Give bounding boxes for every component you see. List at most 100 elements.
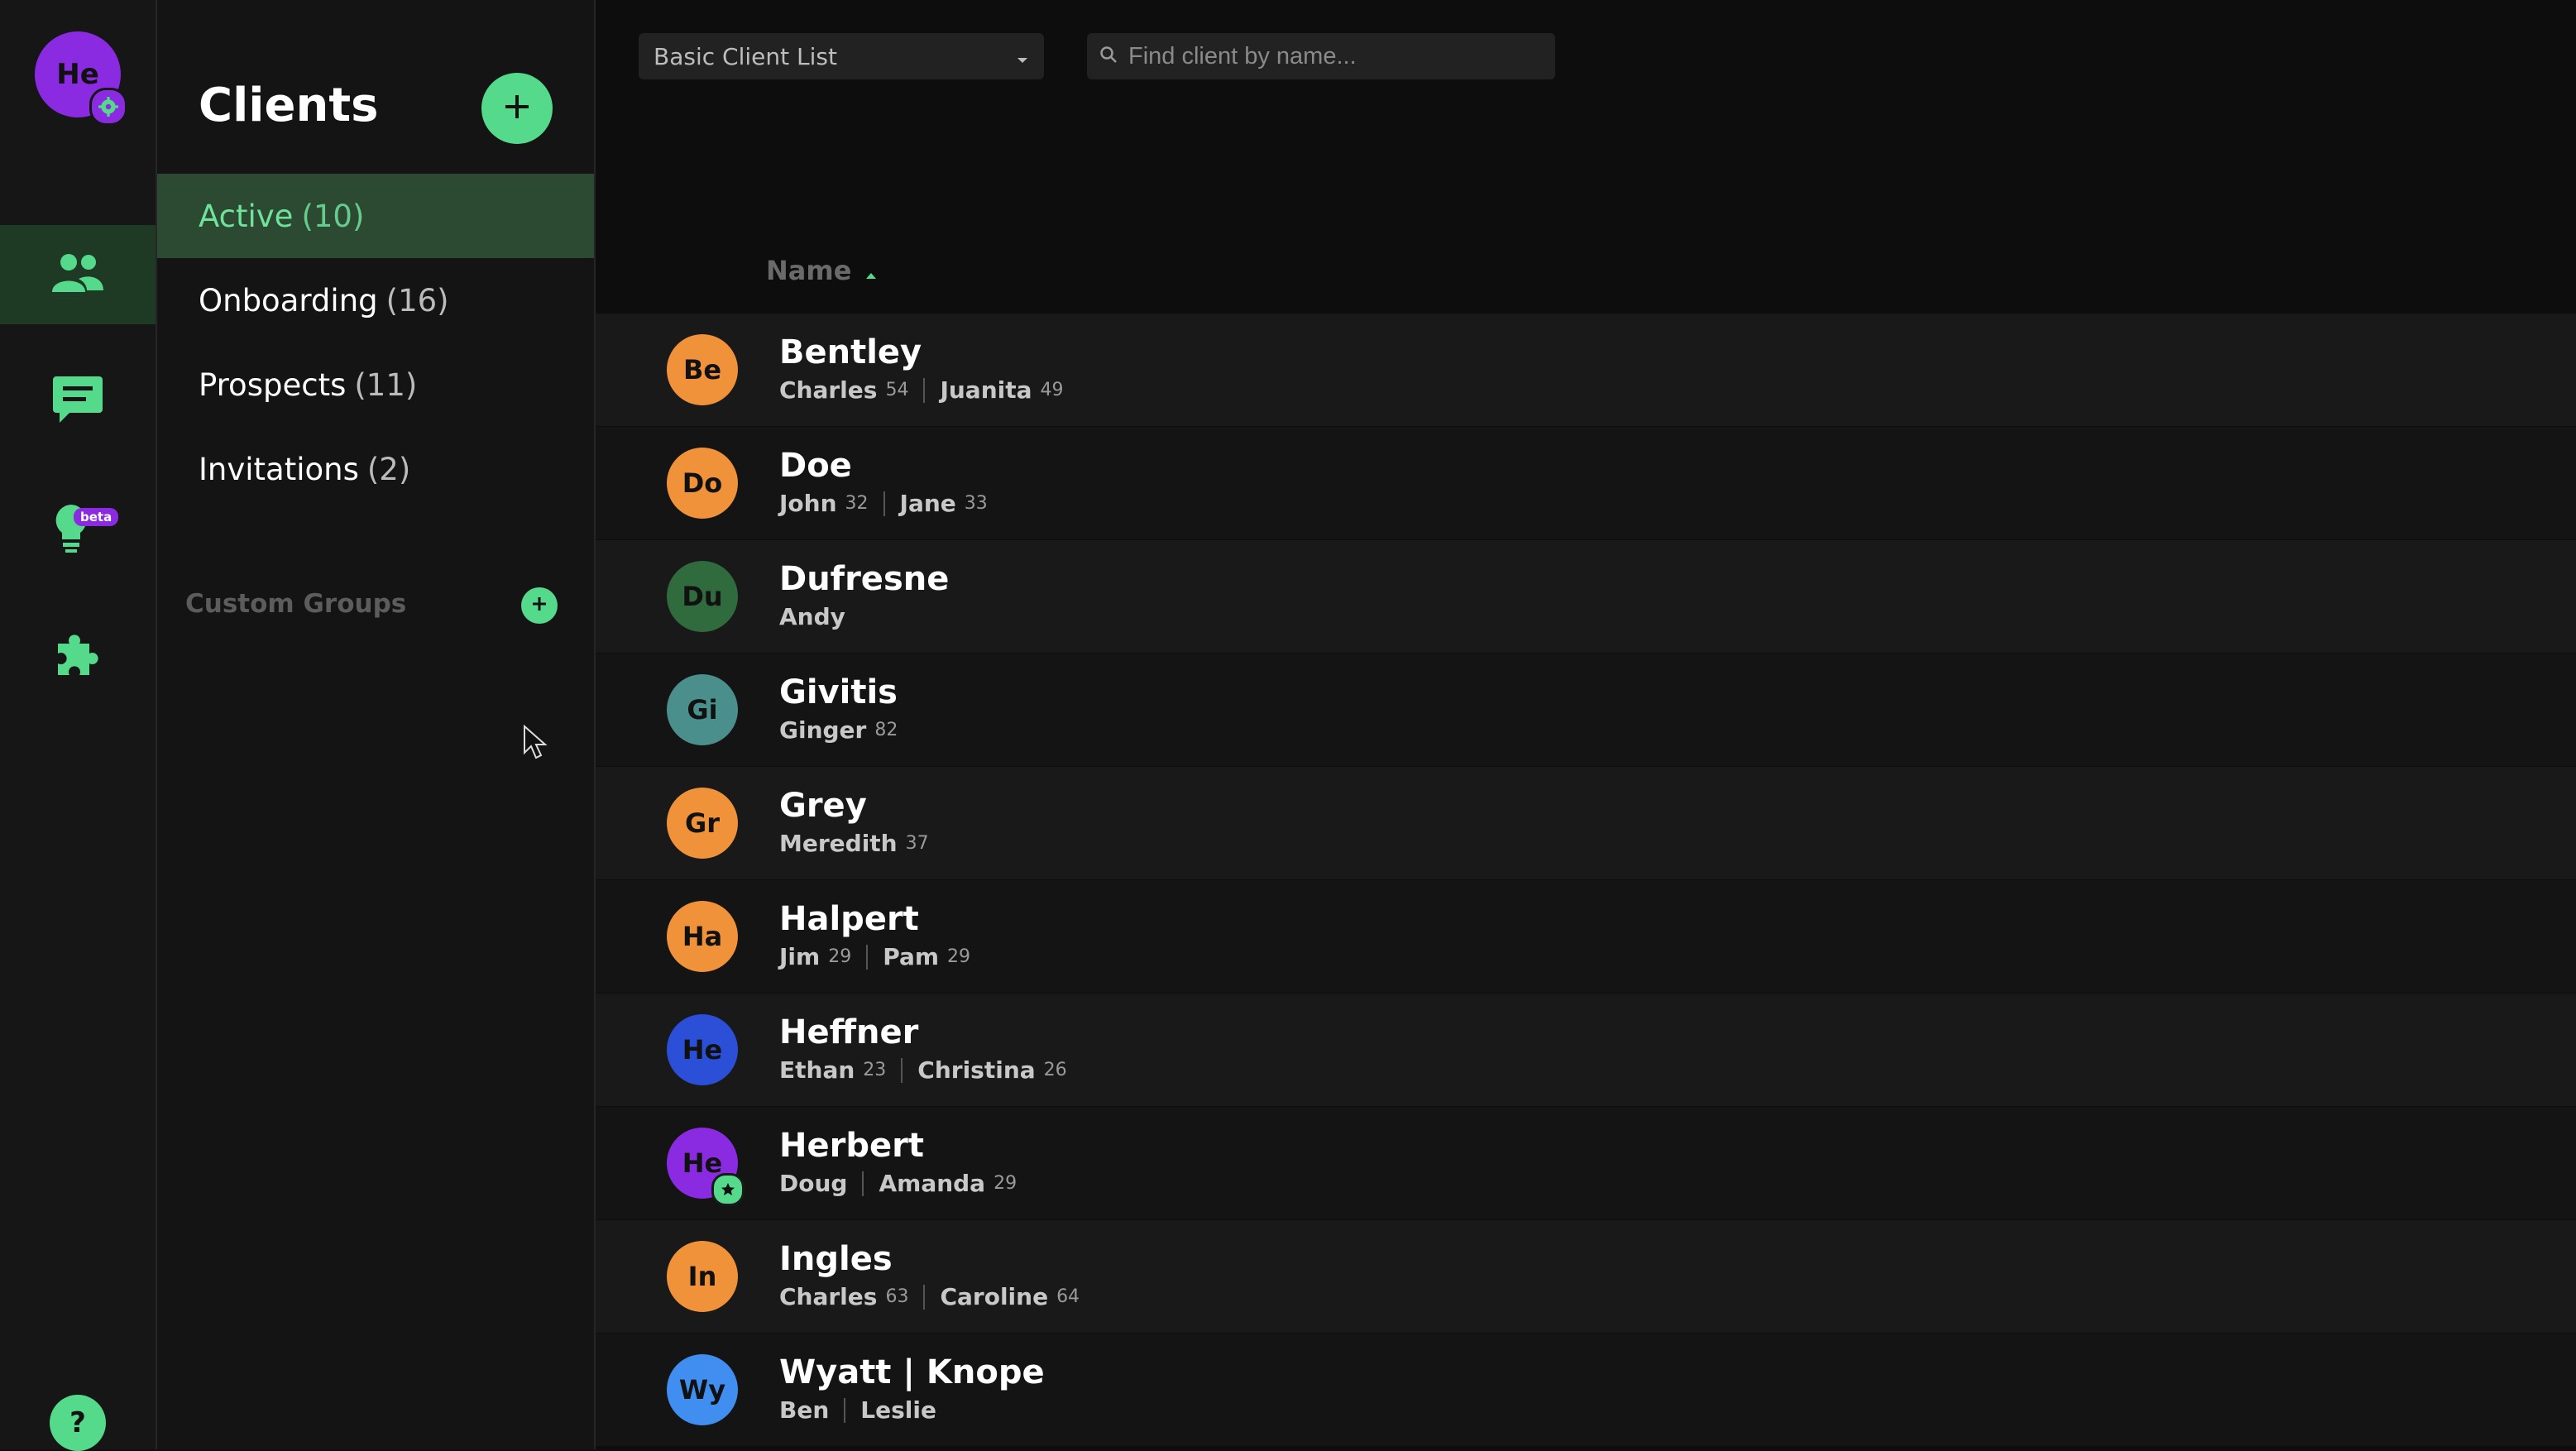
member-divider [862,1171,864,1196]
client-name: Grey [779,787,867,825]
table-row[interactable]: Wy Wyatt | Knope Ben Leslie [596,1333,2576,1446]
member-name: Christina [917,1056,1036,1084]
sidebar-item-label: Invitations [199,451,359,487]
nav-integrations[interactable] [0,607,156,706]
member-age: 26 [1043,1060,1067,1080]
member-name: Ethan [779,1056,855,1084]
member-name: Juanita [940,376,1032,404]
member-divider [866,945,869,970]
member-name: John [779,490,837,517]
table-row[interactable]: He Herbert Doug Amanda 29 [596,1106,2576,1219]
client-info: Halpert Jim 29 Pam 29 [779,898,970,975]
client-info: Herbert Doug Amanda 29 [779,1125,1017,1201]
nav-clients[interactable] [0,225,156,324]
help-button[interactable]: ? [50,1395,106,1451]
client-members: Jim 29 Pam 29 [779,940,970,975]
page-title: Clients [199,79,379,132]
member-divider [883,491,885,516]
member-age: 33 [964,493,988,514]
table-row[interactable]: He Heffner Ethan 23 Christina 26 [596,993,2576,1106]
avatar: Wy [667,1354,738,1425]
member-age: 49 [1040,380,1064,400]
member-age: 63 [885,1286,909,1307]
member-name: Jim [779,943,821,970]
avatar: Gr [667,788,738,859]
client-members: Charles 63 Caroline 64 [779,1280,1080,1315]
avatar: Do [667,448,738,519]
member-age: 64 [1056,1286,1080,1307]
settings-gear-icon[interactable] [89,88,127,126]
client-info: Doe John 32 Jane 33 [779,445,988,521]
member-name: Charles [779,376,878,404]
nav-messages[interactable] [0,352,156,452]
client-members: Meredith 37 [779,826,929,861]
table-row[interactable]: Gi Givitis Ginger 82 [596,653,2576,766]
client-name: Wyatt | Knope [779,1353,1045,1391]
member-age: 29 [828,946,852,967]
search-input[interactable] [1127,41,1544,71]
chat-icon [51,375,104,429]
member-age: 82 [874,720,898,740]
avatar: He [667,1014,738,1085]
avatar: In [667,1241,738,1312]
plus-icon [503,93,531,124]
add-client-button[interactable] [481,73,553,144]
client-members: John 32 Jane 33 [779,486,988,521]
client-name: Givitis [779,673,898,711]
member-name: Caroline [940,1283,1049,1310]
client-search[interactable] [1087,33,1555,79]
client-name: Dufresne [779,560,950,598]
nav-rail: He beta ? [0,0,157,1451]
sort-ascending-icon [864,255,878,286]
client-name: Heffner [779,1013,919,1051]
client-name: Bentley [779,333,922,371]
table-row[interactable]: Do Doe John 32 Jane 33 [596,426,2576,539]
sidebar-item-onboarding[interactable]: Onboarding (16) [157,258,594,342]
member-name: Meredith [779,830,898,857]
table-row[interactable]: In Ingles Charles 63 Caroline 64 [596,1219,2576,1333]
lightbulb-icon: beta [49,501,119,554]
client-table: Be Bentley Charles 54 Juanita 49 Do Doe John 32 Ja… [596,313,2576,1446]
table-row[interactable]: Gr Grey Meredith 37 [596,766,2576,879]
sidebar-item-prospects[interactable]: Prospects (11) [157,342,594,427]
client-name: Halpert [779,900,919,938]
table-row[interactable]: Du Dufresne Andy [596,539,2576,653]
sidebar-item-count: (16) [385,282,449,318]
nav-insights[interactable]: beta [0,478,156,577]
client-members: Ben Leslie [779,1393,1045,1428]
view-select-value: Basic Client List [654,42,837,70]
name-column-header[interactable]: Name [766,255,878,286]
member-name: Charles [779,1283,878,1310]
add-custom-group-button[interactable] [521,587,558,624]
mouse-cursor-icon [523,724,548,764]
star-icon [711,1173,745,1206]
client-info: Heffner Ethan 23 Christina 26 [779,1012,1067,1088]
sidebar-item-label: Active [199,198,294,234]
avatar: Ha [667,901,738,972]
table-row[interactable]: Be Bentley Charles 54 Juanita 49 [596,313,2576,426]
member-age: 37 [905,833,929,854]
member-age: 29 [947,946,971,967]
table-row[interactable]: Ha Halpert Jim 29 Pam 29 [596,879,2576,993]
client-name: Herbert [779,1127,924,1165]
sidebar-item-label: Onboarding [199,282,378,318]
sidebar-item-count: (11) [354,366,418,403]
sidebar-item-count: (10) [301,198,365,234]
people-icon [50,252,105,297]
client-info: Bentley Charles 54 Juanita 49 [779,332,1064,408]
sidebar-item-active[interactable]: Active (10) [157,174,594,258]
client-info: Wyatt | Knope Ben Leslie [779,1352,1045,1428]
member-name: Leslie [860,1396,936,1424]
puzzle-icon [55,632,101,682]
member-age: 54 [885,380,909,400]
client-info: Dufresne Andy [779,558,949,635]
column-label: Name [766,255,852,286]
member-name: Doug [779,1170,848,1197]
member-divider [923,1285,926,1310]
member-name: Ben [779,1396,830,1424]
view-select[interactable]: Basic Client List [639,33,1044,79]
sidebar-item-invitations[interactable]: Invitations (2) [157,427,594,511]
member-divider [923,378,926,403]
client-info: Ingles Charles 63 Caroline 64 [779,1238,1080,1315]
member-divider [901,1058,903,1083]
